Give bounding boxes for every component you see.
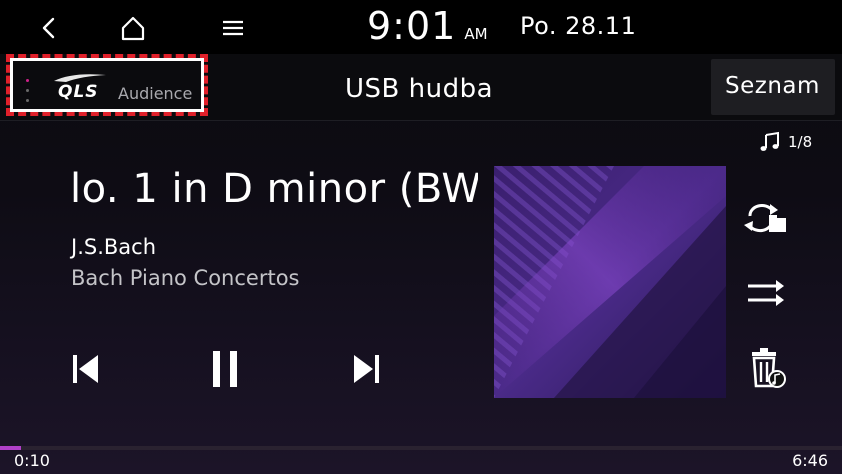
total-time: 6:46 xyxy=(792,451,828,470)
hamburger-menu-icon[interactable] xyxy=(218,13,248,43)
home-icon[interactable] xyxy=(118,13,148,43)
pause-icon[interactable] xyxy=(200,344,250,394)
music-note-icon xyxy=(760,131,779,151)
list-button[interactable]: Seznam xyxy=(711,59,835,115)
source-title: USB hudba xyxy=(345,74,494,104)
track-counter: 1/8 xyxy=(758,130,812,154)
logo-dot xyxy=(26,89,29,92)
skip-previous-icon[interactable] xyxy=(62,344,112,394)
clock: 9:01 AM xyxy=(367,4,488,50)
music-player-screen: 9:01 AM Po. 28.11 QLS Audience Seznam US… xyxy=(0,0,842,474)
album-art xyxy=(494,166,726,398)
song-title: lo. 1 in D minor (BW xyxy=(70,166,478,212)
progress-fill xyxy=(0,446,21,450)
status-bar: 9:01 AM Po. 28.11 xyxy=(0,0,842,54)
elapsed-time: 0:10 xyxy=(14,451,50,470)
song-title-marquee: lo. 1 in D minor (BW xyxy=(70,162,478,220)
shuffle-icon[interactable] xyxy=(742,270,790,314)
delete-music-icon[interactable] xyxy=(742,346,790,390)
sound-brand-logo: QLS Audience xyxy=(6,54,208,116)
progress-bar[interactable] xyxy=(0,446,842,450)
skip-next-icon[interactable] xyxy=(340,344,390,394)
repeat-folder-icon[interactable] xyxy=(742,196,790,240)
date-display: Po. 28.11 xyxy=(520,12,637,40)
chevron-left-icon[interactable] xyxy=(34,13,64,43)
clock-ampm: AM xyxy=(464,25,488,43)
clock-time: 9:01 xyxy=(367,4,457,48)
logo-brand-text: QLS xyxy=(58,82,99,102)
logo-audience-text: Audience xyxy=(118,84,193,103)
track-counter-text: 1/8 xyxy=(788,133,813,151)
list-button-label: Seznam xyxy=(725,73,820,99)
logo-dot xyxy=(26,99,29,102)
album-name: Bach Piano Concertos xyxy=(71,266,300,290)
album-art-image xyxy=(494,166,726,398)
artist-name: J.S.Bach xyxy=(71,235,157,259)
logo-dot xyxy=(26,79,29,82)
